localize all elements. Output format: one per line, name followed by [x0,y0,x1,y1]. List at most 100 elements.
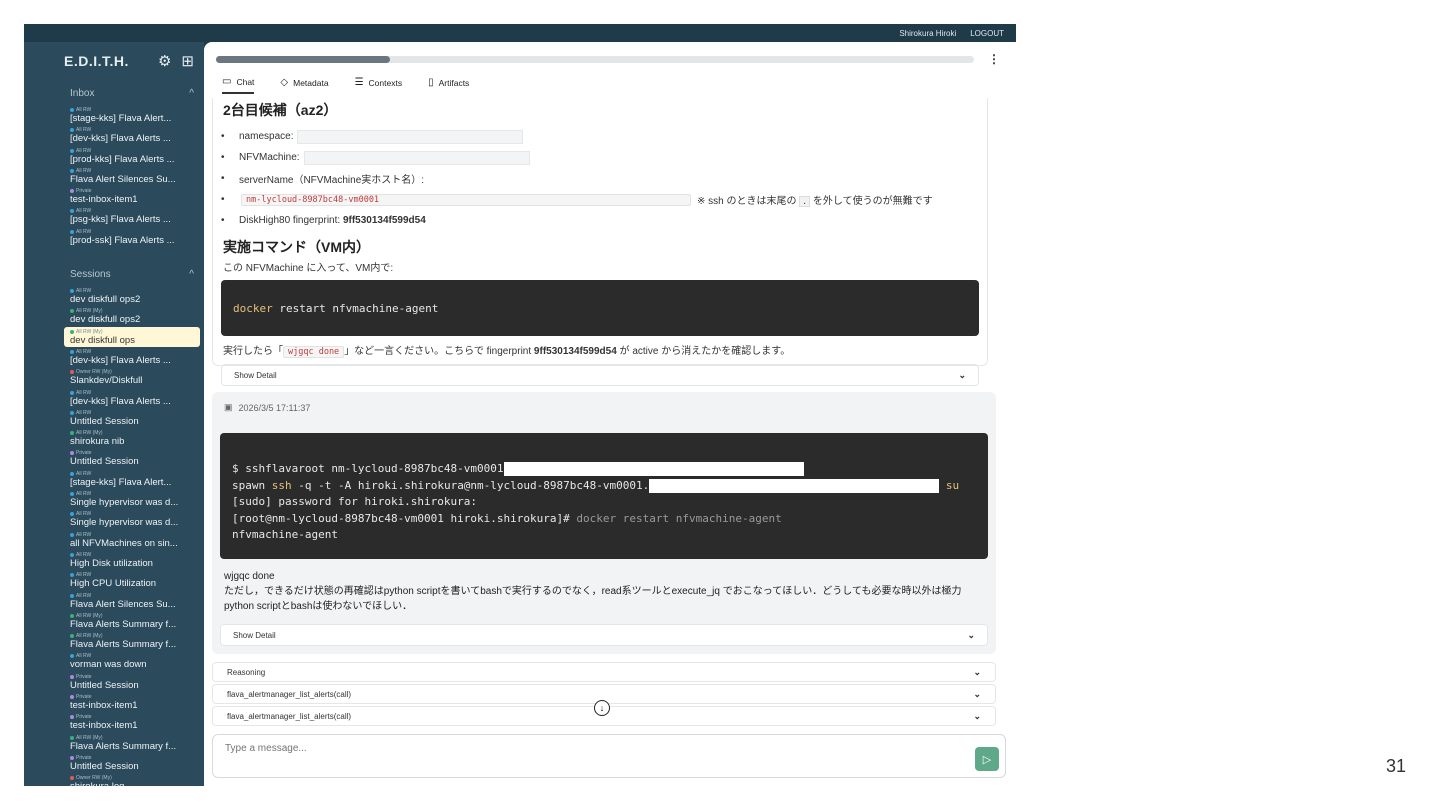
sidebar-item[interactable]: All RW [dev-kks] Flava Alerts ... [24,125,204,145]
redacted-field [503,462,804,476]
sidebar-item[interactable]: All RW [prod-kks] Flava Alerts ... [24,146,204,166]
tab-metadata[interactable]: ◇ Metadata [280,76,328,94]
sidebar-item[interactable]: All RW (My) Flava Alerts Summary f... [24,631,204,651]
tab-chat[interactable]: ▭ Chat [222,76,255,94]
message-input[interactable] [225,743,925,754]
show-detail-button[interactable]: Show Detail ⌄ [221,364,979,386]
new-session-icon[interactable]: ⊞ [181,52,194,70]
tab-bar: ▭ Chat ◇ Metadata ☰ Contexts ▯ Artifacts [222,76,469,94]
message-text: wjgqc done ただし，できるだけ状態の再確認はpython script… [224,571,962,612]
sidebar-item[interactable]: Owner RW (My) Slankdev/Diskfull [24,367,204,387]
list-item: NFVMachine: [221,147,979,168]
item-title: Single hypervisor was d... [70,497,179,509]
sidebar-item[interactable]: Private test-inbox-item1 [24,692,204,712]
reasoning-collapsible[interactable]: Reasoning ⌄ [212,662,996,682]
item-title: Untitled Session [70,456,139,468]
visibility-dot-icon [70,613,74,618]
tab-artifacts[interactable]: ▯ Artifacts [428,76,469,94]
visibility-dot-icon [70,229,74,234]
sidebar-item[interactable]: Private Untitled Session [24,672,204,692]
item-title: shirokura log [70,781,198,786]
app-logo: E.D.I.T.H. [64,53,129,69]
item-title: [dev-kks] Flava Alerts ... [70,133,171,145]
item-title: dev diskfull ops [70,334,135,346]
slide-number: 31 [1385,756,1406,776]
sidebar-item[interactable]: All RW vorman was down [24,651,204,671]
progress-bar [216,56,974,63]
visibility-dot-icon [70,552,74,557]
sidebar-item[interactable]: All RW (My) Flava Alerts Summary f... [24,733,204,753]
sidebar-item[interactable]: All RW [stage-kks] Flava Alert... [24,105,204,125]
sidebar-item[interactable]: Private test-inbox-item1 [24,186,204,206]
list-item: namespace: [221,126,979,147]
sidebar-item[interactable]: All RW High CPU Utilization [24,570,204,590]
fingerprint: 9ff530134f599d54 [342,215,426,226]
visibility-dot-icon [70,634,74,639]
more-options-icon[interactable]: ⋮ [988,52,1000,66]
visibility-dot-icon [70,370,74,375]
sidebar-item[interactable]: All RW (My) dev diskfull ops2 [24,306,204,326]
visibility-dot-icon [70,410,74,415]
sidebar-item[interactable]: All RW Flava Alert Silences Su... [24,166,204,186]
sidebar-item[interactable]: All RW Single hypervisor was d... [24,509,204,529]
sessions-label: Sessions [70,269,111,281]
item-title: [stage-kks] Flava Alert... [70,113,172,124]
sidebar-item[interactable]: All RW [dev-kks] Flava Alerts ... [24,388,204,408]
item-title: Slankdev/Diskfull [70,375,143,387]
sidebar-item[interactable]: All RW dev diskfull ops2 [24,286,204,306]
user-message: ▣ 2026/3/5 17:11:37 $ sshflavaroot nm-lyc… [212,392,996,654]
intro-text: この NFVMachine に入って、VM内で: [223,263,394,274]
chevron-down-icon: ⌄ [973,688,981,699]
item-title: High CPU Utilization [70,578,157,590]
logout-button[interactable]: LOGOUT [970,29,1004,38]
visibility-dot-icon [70,148,74,153]
sidebar: E.D.I.T.H. ⚙ ⊞ Inbox ^ All RW [stage-kks]… [24,42,204,786]
visibility-dot-icon [70,128,74,133]
show-detail-button[interactable]: Show Detail ⌄ [220,624,988,646]
sidebar-item[interactable]: Private test-inbox-item1 [24,712,204,732]
item-title: Single hypervisor was d... [70,517,179,529]
visibility-dot-icon [70,755,74,760]
sidebar-item[interactable]: All RW Flava Alert Silences Su... [24,591,204,611]
scroll-down-icon[interactable]: ↓ [594,700,610,716]
sidebar-item[interactable]: All RW [stage-kks] Flava Alert... [24,469,204,489]
inbox-list: All RW [stage-kks] Flava Alert... All RW [d… [24,105,204,247]
item-title: vorman was down [70,659,147,671]
sidebar-item[interactable]: Private Untitled Session [24,753,204,773]
sidebar-item[interactable]: All RW (My) dev diskfull ops [64,326,200,347]
item-title: High Disk utilization [70,557,153,569]
sidebar-item[interactable]: All RW Single hypervisor was d... [24,489,204,509]
list-item: DiskHigh80 fingerprint: 9ff530134f599d54 [221,210,979,231]
user-name: Shirokura Hiroki [899,28,957,38]
sidebar-item[interactable]: Private Untitled Session [24,448,204,468]
item-title: Flava Alerts Summary f... [70,618,177,630]
sidebar-item[interactable]: All RW all NFVMachines on sin... [24,530,204,550]
inbox-header[interactable]: Inbox ^ [24,80,204,105]
item-title: Flava Alerts Summary f... [70,639,177,651]
visibility-dot-icon [70,532,74,537]
visibility-dot-icon [70,654,74,659]
visibility-dot-icon [70,309,74,314]
gear-icon[interactable]: ⚙ [158,52,171,70]
visibility-dot-icon [70,776,74,781]
visibility-dot-icon [70,735,74,740]
sidebar-item[interactable]: All RW (My) shirokura nib [24,428,204,448]
sidebar-item[interactable]: All RW [dev-kks] Flava Alerts ... [24,347,204,367]
chat-content: 2台目候補（az2） namespace: NFVMachine: server… [212,98,996,754]
progress-fill [216,56,391,63]
sidebar-item[interactable]: All RW [prod-ssk] Flava Alerts ... [24,227,204,247]
tab-contexts[interactable]: ☰ Contexts [355,76,403,94]
sidebar-item[interactable]: All RW (My) Flava Alerts Summary f... [24,611,204,631]
chevron-up-icon: ^ [189,269,194,281]
sessions-header[interactable]: Sessions ^ [24,261,204,286]
send-button[interactable]: ▷ [975,747,999,771]
file-icon: ▯ [428,77,434,88]
sidebar-item[interactable]: All RW [psg-kks] Flava Alerts ... [24,206,204,226]
item-title: Untitled Session [70,415,139,427]
item-title: [prod-ssk] Flava Alerts ... [70,234,175,246]
sidebar-item[interactable]: Owner RW (My)shirokura log [24,773,204,786]
sidebar-item[interactable]: All RW High Disk utilization [24,550,204,570]
item-title: shirokura nib [70,436,125,448]
chat-icon: ▭ [222,76,232,87]
sidebar-item[interactable]: All RW Untitled Session [24,408,204,428]
